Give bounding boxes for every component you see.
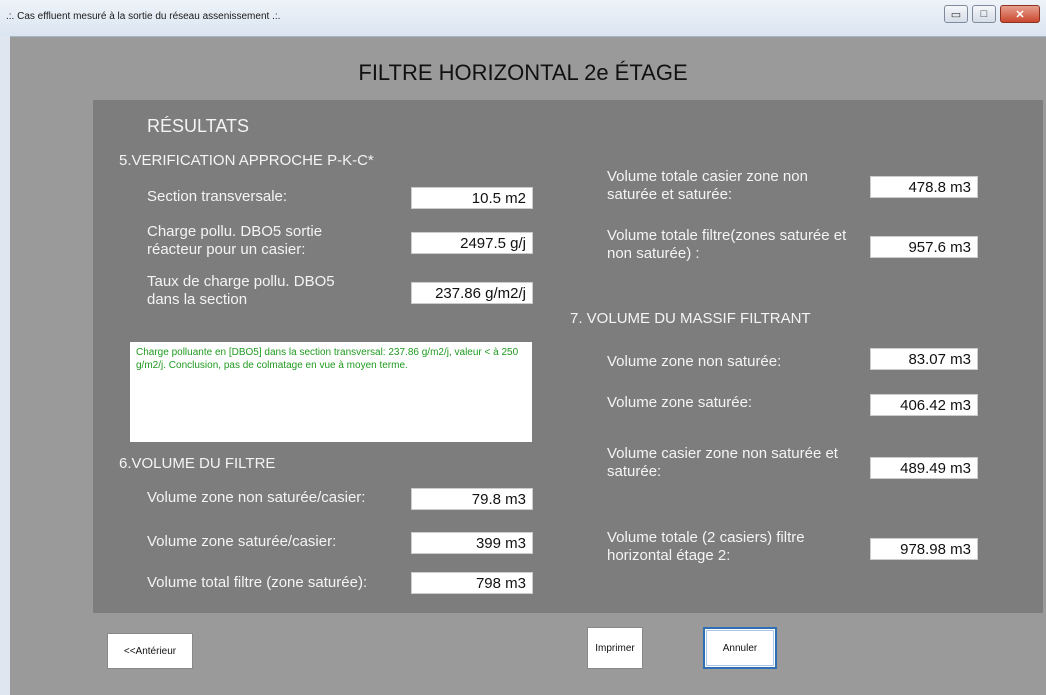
section5-row2-value: 2497.5 g/j — [411, 232, 533, 254]
section6-row1-value: 79.8 m3 — [411, 488, 533, 510]
right-row2-label: Volume totale filtre(zones saturée et no… — [607, 227, 847, 262]
right-row1-label: Volume totale casier zone non saturée et… — [607, 168, 808, 203]
results-panel: RÉSULTATS 5.VERIFICATION APPROCHE P-K-C*… — [93, 100, 1043, 613]
section6-row3-label: Volume total filtre (zone saturée): — [147, 574, 368, 591]
section5-row3-label: Taux de charge pollu. DBO5 dans la secti… — [147, 273, 335, 308]
section6-row2-value: 399 m3 — [411, 532, 533, 554]
section6-row3-value: 798 m3 — [411, 572, 533, 594]
previous-button[interactable]: <<Antérieur — [107, 633, 193, 669]
minimize-button[interactable]: ▭ — [944, 5, 968, 23]
window-titlebar: .:. Cas effluent mesuré à la sortie du r… — [0, 0, 1046, 37]
print-button[interactable]: Imprimer — [587, 627, 643, 669]
section6-row1-label: Volume zone non saturée/casier: — [147, 489, 366, 506]
conclusion-note: Charge polluante en [DBO5] dans la secti… — [130, 342, 532, 442]
section5-row1-label: Section transversale: — [147, 188, 288, 205]
section5-row1-value: 10.5 m2 — [411, 187, 533, 209]
section5-title: 5.VERIFICATION APPROCHE P-K-C* — [119, 152, 374, 169]
right-row1-value: 478.8 m3 — [870, 176, 978, 198]
section7-row2-label: Volume zone saturée: — [607, 394, 753, 411]
section7-row1-value: 83.07 m3 — [870, 348, 978, 370]
section7-row3-label: Volume casier zone non saturée et saturé… — [607, 445, 838, 480]
section7-row4-value: 978.98 m3 — [870, 538, 978, 560]
close-button[interactable]: ✕ — [1000, 5, 1040, 23]
results-title: RÉSULTATS — [147, 116, 250, 136]
page-title: FILTRE HORIZONTAL 2e ÉTAGE — [358, 60, 688, 85]
maximize-button[interactable]: □ — [972, 5, 996, 23]
cancel-button[interactable]: Annuler — [703, 627, 777, 669]
section6-row2-label: Volume zone saturée/casier: — [147, 533, 337, 550]
section6-title: 6.VOLUME DU FILTRE — [119, 455, 276, 472]
section7-row3-value: 489.49 m3 — [870, 457, 978, 479]
section7-row1-label: Volume zone non saturée: — [607, 353, 782, 370]
window-left-border — [0, 36, 10, 695]
window-title: .:. Cas effluent mesuré à la sortie du r… — [6, 11, 281, 22]
window-controls: ▭ □ ✕ — [944, 5, 1040, 23]
right-row2-value: 957.6 m3 — [870, 236, 978, 258]
section7-row4-label: Volume totale (2 casiers) filtre horizon… — [607, 529, 805, 564]
section5-row3-value: 237.86 g/m2/j — [411, 282, 533, 304]
section5-row2-label: Charge pollu. DBO5 sortie réacteur pour … — [147, 223, 323, 258]
section7-row2-value: 406.42 m3 — [870, 394, 978, 416]
section7-title: 7. VOLUME DU MASSIF FILTRANT — [570, 310, 811, 327]
